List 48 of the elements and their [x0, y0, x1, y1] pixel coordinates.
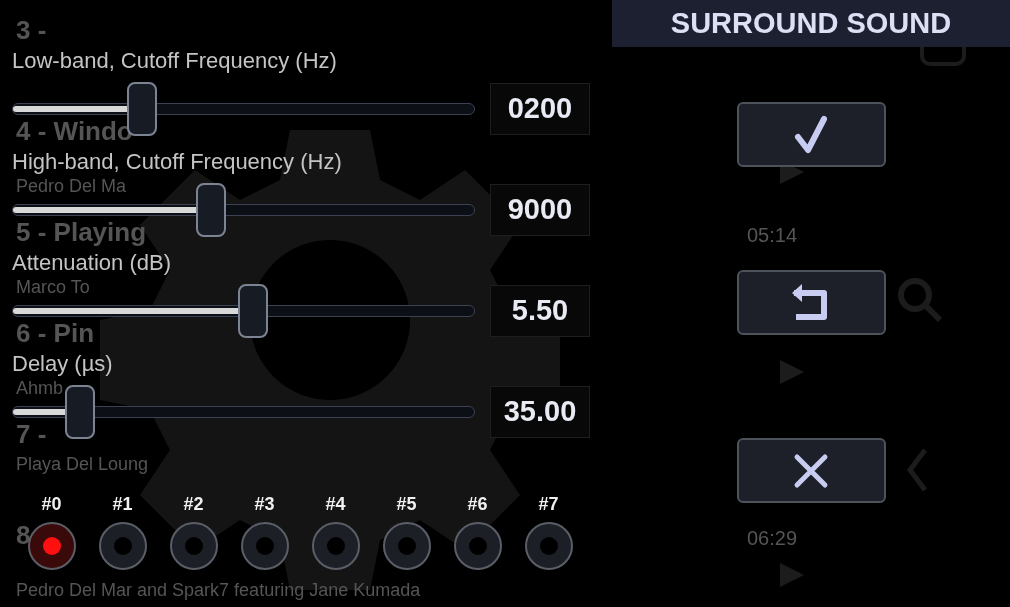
confirm-button[interactable] — [736, 102, 886, 167]
track-duration: 06:29 — [747, 526, 798, 551]
slider-label: Delay (µs) — [12, 351, 113, 377]
reset-button[interactable] — [736, 270, 886, 335]
channel-radio[interactable] — [453, 522, 502, 570]
slider-label: Attenuation (dB) — [12, 250, 171, 276]
value-display: 0200 — [490, 83, 590, 135]
channel-label: #7 — [538, 494, 559, 514]
track-title: 8 — [16, 519, 31, 551]
value-display: 9000 — [490, 184, 590, 236]
slider-thumb[interactable] — [237, 284, 268, 338]
track-title: 7 - — [16, 418, 47, 450]
search-icon — [898, 278, 943, 323]
track-subtitle: Marco To — [16, 276, 90, 299]
chevron-left-icon — [906, 448, 927, 492]
cancel-button[interactable] — [736, 438, 886, 503]
value-display: 5.50 — [490, 285, 590, 337]
play-icon — [780, 563, 804, 587]
slider-label: Low-band, Cutoff Frequency (Hz) — [12, 48, 337, 74]
track-title: 6 - Pin — [16, 317, 94, 349]
channel-radio[interactable] — [240, 522, 289, 570]
track-title: 4 - Windo — [16, 115, 133, 147]
dialog-title: SURROUND SOUND — [612, 0, 1010, 47]
channel-label: #1 — [112, 494, 133, 514]
channel-radio[interactable] — [169, 522, 218, 570]
channel-label: #5 — [396, 494, 417, 514]
channel-radio[interactable] — [98, 522, 147, 570]
check-icon — [794, 114, 828, 155]
track-duration: 05:14 — [747, 223, 798, 248]
track-title: 5 - Playing — [16, 216, 147, 248]
channel-label: #6 — [467, 494, 488, 514]
channel-label: #0 — [41, 494, 62, 514]
channel-label: #2 — [183, 494, 204, 514]
value-display: 35.00 — [490, 386, 590, 438]
slider-label: High-band, Cutoff Frequency (Hz) — [12, 149, 342, 175]
channel-radio[interactable] — [382, 522, 431, 570]
play-icon — [780, 360, 804, 384]
track-subtitle: Playa Del Loung — [16, 453, 149, 476]
track-subtitle: Pedro Del Mar and Spark7 featuring Jane Kumada — [16, 579, 421, 602]
close-icon — [793, 452, 829, 489]
track-title: 3 - — [16, 14, 47, 46]
channel-radio[interactable] — [524, 522, 573, 570]
track-subtitle: Ahmb — [16, 377, 64, 400]
slider-thumb[interactable] — [65, 385, 96, 439]
track-subtitle: Pedro Del Ma — [16, 175, 127, 198]
channel-label: #4 — [325, 494, 346, 514]
channel-label: #3 — [254, 494, 275, 514]
slider-thumb[interactable] — [196, 183, 227, 237]
